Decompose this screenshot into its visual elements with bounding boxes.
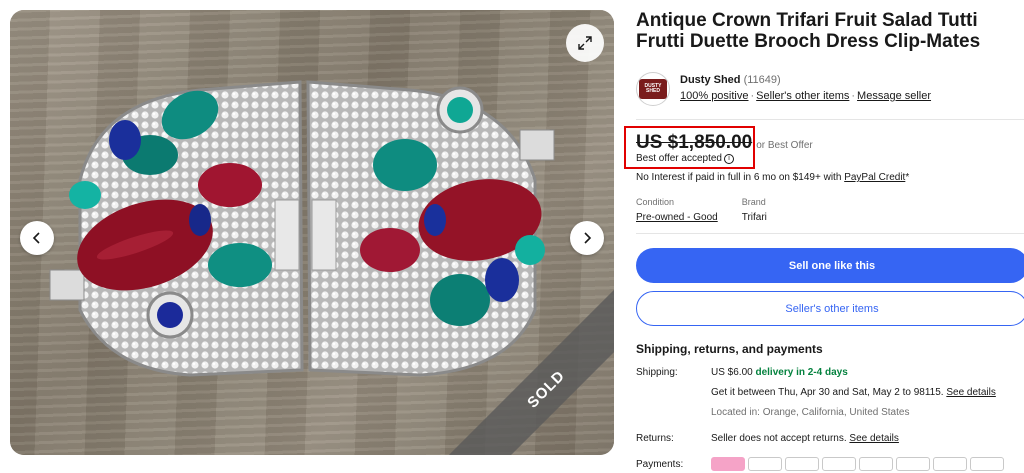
returns-text: Seller does not accept returns.: [711, 433, 847, 444]
brand-label: Brand: [741, 197, 766, 207]
listing-info-panel: Antique Crown Trifari Fruit Salad Tutti …: [624, 10, 1024, 471]
or-best-offer-label: or Best Offer: [756, 140, 813, 151]
shipping-cost: US $6.00: [711, 367, 753, 378]
payment-method-icon: [933, 457, 967, 471]
condition-detail: Condition Pre-owned - Good: [636, 197, 718, 223]
payment-method-icon: [859, 457, 893, 471]
seller-other-items-link[interactable]: Seller's other items: [756, 90, 849, 102]
delivery-estimate: Get it between Thu, Apr 30 and Sat, May …: [711, 387, 1024, 399]
chevron-right-icon: [584, 232, 592, 244]
brooch-photo: [49, 80, 555, 377]
item-location: Located in: Orange, California, United S…: [711, 407, 910, 418]
payment-method-icon: [896, 457, 930, 471]
seller-links: 100% positive · Seller's other items · Messa…: [680, 88, 931, 104]
seller-avatar[interactable]: DUSTY SHED: [636, 72, 670, 106]
paypal-credit-link[interactable]: PayPal Credit: [844, 172, 905, 183]
payment-method-icon: [785, 457, 819, 471]
seller-name[interactable]: Dusty Shed: [680, 74, 741, 86]
separator-dot: ·: [851, 90, 856, 102]
seller-card: DUSTY SHED Dusty Shed (11649) 100% posit…: [636, 72, 1024, 112]
seller-text: Dusty Shed (11649) 100% positive · Seller'…: [680, 72, 931, 104]
returns-value: Seller does not accept returns. See deta…: [711, 433, 899, 445]
shipping-see-details-link[interactable]: See details: [946, 387, 995, 398]
seller-feedback-count: (11649): [743, 74, 781, 86]
payment-method-icon: [711, 457, 745, 471]
chevron-left-icon: [32, 232, 40, 244]
paypal-credit-text: No Interest if paid in full in 6 mo on $…: [636, 172, 1024, 183]
payment-method-icon: [748, 457, 782, 471]
expand-icon: [578, 36, 592, 50]
delivery-estimate-text: Get it between Thu, Apr 30 and Sat, May …: [711, 387, 944, 398]
sellers-other-items-button[interactable]: Seller's other items: [636, 291, 1024, 326]
condition-value-link[interactable]: Pre-owned - Good: [636, 212, 718, 223]
seller-positive-link[interactable]: 100% positive: [680, 90, 749, 102]
divider: [636, 119, 1024, 120]
payment-method-icon: [822, 457, 856, 471]
sell-one-like-this-button[interactable]: Sell one like this: [636, 248, 1024, 283]
price-row: US $1,850.00 or Best Offer: [624, 126, 1024, 169]
returns-row: Returns: Seller does not accept returns.…: [636, 433, 1024, 445]
next-image-button[interactable]: [570, 221, 604, 255]
credit-suffix: *: [905, 172, 910, 183]
message-seller-link[interactable]: Message seller: [857, 90, 931, 102]
shipping-row: Shipping: US $6.00 delivery in 2-4 days: [636, 367, 1024, 379]
previous-image-button[interactable]: [20, 221, 54, 255]
condition-label: Condition: [636, 197, 675, 207]
delivery-speed: delivery in 2-4 days: [755, 367, 848, 378]
divider: [636, 233, 1024, 234]
returns-see-details-link[interactable]: See details: [849, 433, 898, 444]
payments-row: Payments:: [636, 457, 1024, 471]
seller-logo-text: DUSTY SHED: [639, 79, 667, 99]
price-highlight-box: [624, 126, 755, 169]
shipping-heading: Shipping, returns, and payments: [636, 342, 823, 356]
item-details: Condition Pre-owned - Good Brand Trifari: [636, 197, 1024, 223]
product-image-gallery[interactable]: SOLD: [10, 10, 614, 455]
shipping-value: US $6.00 delivery in 2-4 days: [711, 367, 848, 379]
returns-label: Returns:: [636, 433, 674, 444]
separator-dot: ·: [750, 90, 755, 102]
credit-text: No Interest if paid in full in 6 mo on $…: [636, 172, 845, 183]
brand-detail: Brand Trifari: [742, 197, 767, 223]
payments-label: Payments:: [636, 458, 684, 470]
listing-title: Antique Crown Trifari Fruit Salad Tutti …: [636, 10, 981, 52]
payment-method-icon: [970, 457, 1004, 471]
expand-image-button[interactable]: [566, 24, 604, 62]
brand-value: Trifari: [741, 212, 767, 223]
shipping-label: Shipping:: [636, 367, 678, 378]
